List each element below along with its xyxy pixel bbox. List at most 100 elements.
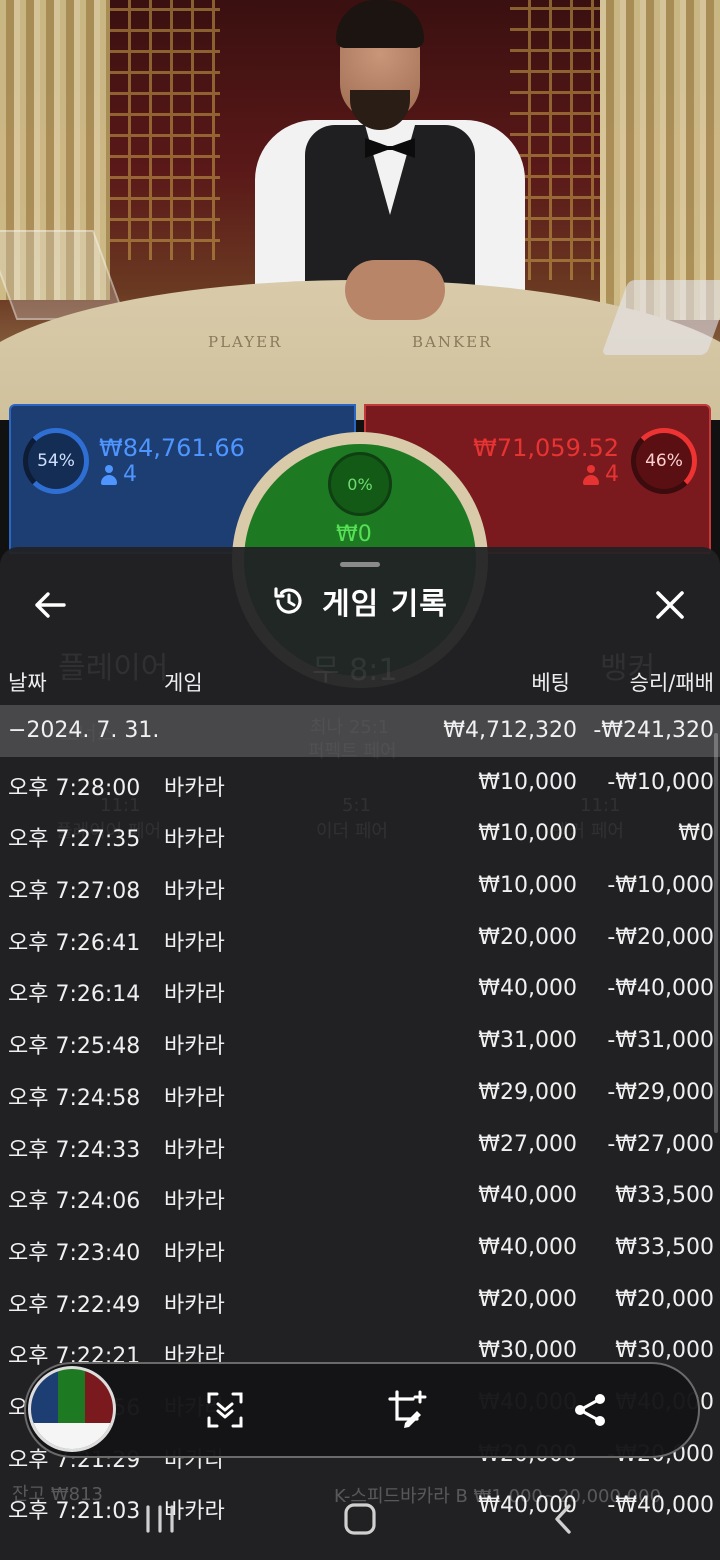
row-time: 오후 7:28:00: [8, 775, 141, 801]
scroll-capture-icon: [207, 1392, 243, 1428]
history-row[interactable]: 오후 7:28:00 바카라 ₩10,000 -₩10,000: [0, 757, 720, 809]
row-bet: ₩31,000: [478, 1028, 577, 1054]
row-game: 바카라: [164, 827, 225, 853]
row-game: 바카라: [164, 1137, 225, 1163]
person-icon: [101, 464, 117, 485]
date-group-label: −2024. 7. 31.: [8, 718, 160, 743]
row-result: -₩27,000: [607, 1131, 714, 1157]
nav-back-button[interactable]: [534, 1494, 594, 1544]
scrollbar[interactable]: [714, 733, 718, 1133]
dealer-hands: [345, 260, 445, 320]
row-time: 오후 7:27:08: [8, 879, 141, 905]
history-row[interactable]: 오후 7:25:48 바카라 ₩31,000 -₩31,000: [0, 1015, 720, 1067]
column-header-result: 승리/패배: [629, 671, 714, 695]
row-game: 바카라: [164, 1034, 225, 1060]
history-row[interactable]: 오후 7:26:41 바카라 ₩20,000 -₩20,000: [0, 912, 720, 964]
player-count-value: 4: [123, 462, 137, 487]
row-bet: ₩10,000: [478, 821, 577, 847]
history-row[interactable]: 오후 7:27:08 바카라 ₩10,000 -₩10,000: [0, 860, 720, 912]
row-game: 바카라: [164, 982, 225, 1008]
row-game: 바카라: [164, 775, 225, 801]
row-result: -₩31,000: [607, 1028, 714, 1054]
tie-percent: 0%: [347, 474, 373, 494]
row-result: ₩30,000: [615, 1338, 714, 1364]
row-result: -₩40,000: [607, 976, 714, 1002]
history-row[interactable]: 오후 7:24:06 바카라 ₩40,000 ₩33,500: [0, 1170, 720, 1222]
row-time: 오후 7:23:40: [8, 1240, 141, 1266]
column-header-date: 날짜: [8, 671, 47, 695]
home-icon: [344, 1503, 376, 1535]
table-player-label: PLAYER: [208, 333, 283, 351]
row-result: ₩0: [678, 821, 714, 847]
banker-total-amount: ₩71,059.52: [473, 434, 619, 462]
sheet-title: 게임 기록: [322, 587, 448, 622]
row-time: 오후 7:26:41: [8, 930, 141, 956]
row-time: 오후 7:22:49: [8, 1292, 141, 1318]
sheet-drag-handle[interactable]: [340, 562, 380, 567]
row-time: 오후 7:24:06: [8, 1189, 141, 1215]
player-percent: 54%: [37, 451, 75, 471]
recents-button[interactable]: [130, 1494, 190, 1544]
arrow-left-icon: [35, 592, 66, 618]
row-result: ₩33,500: [615, 1234, 714, 1260]
history-row[interactable]: 오후 7:23:40 바카라 ₩40,000 ₩33,500: [0, 1222, 720, 1274]
underlay-tie-label: 무 8:1: [312, 653, 398, 688]
crop-edit-button[interactable]: [386, 1388, 430, 1432]
live-video: PLAYER BANKER: [0, 0, 720, 420]
row-bet: ₩10,000: [478, 769, 577, 795]
banker-percent: 46%: [645, 451, 683, 471]
close-icon: [656, 591, 684, 619]
column-header-bet: 베팅: [531, 671, 570, 695]
share-button[interactable]: [568, 1388, 612, 1432]
row-result: ₩33,500: [615, 1183, 714, 1209]
row-bet: ₩20,000: [478, 924, 577, 950]
history-icon: [274, 587, 302, 614]
share-icon: [575, 1394, 605, 1426]
home-button[interactable]: [330, 1494, 390, 1544]
dealer-hair: [336, 0, 424, 48]
sheet-header: 게임 기록: [0, 579, 720, 623]
column-header-game: 게임: [164, 671, 203, 695]
date-group-row[interactable]: −2024. 7. 31. ₩4,712,320 -₩241,320: [0, 705, 720, 757]
history-row[interactable]: 오후 7:22:49 바카라 ₩20,000 ₩20,000: [0, 1274, 720, 1326]
crop-edit-icon: [388, 1390, 427, 1428]
row-bet: ₩30,000: [478, 1338, 577, 1364]
history-row[interactable]: 오후 7:24:58 바카라 ₩29,000 -₩29,000: [0, 1067, 720, 1119]
date-group-result-total: -₩241,320: [593, 718, 714, 743]
thumbnail-content: [31, 1423, 113, 1449]
screenshot-thumbnail[interactable]: [28, 1366, 116, 1452]
row-game: 바카라: [164, 879, 225, 905]
tie-percent-ring: 0%: [328, 452, 392, 516]
banker-count-value: 4: [605, 462, 619, 487]
row-time: 오후 7:27:35: [8, 827, 141, 853]
row-bet: ₩27,000: [478, 1131, 577, 1157]
row-game: 바카라: [164, 1292, 225, 1318]
close-button[interactable]: [650, 585, 690, 625]
history-row[interactable]: 오후 7:27:35 바카라 ₩10,000 ₩0: [0, 808, 720, 860]
row-game: 바카라: [164, 930, 225, 956]
player-percent-ring: 54%: [23, 428, 89, 494]
row-time: 오후 7:24:58: [8, 1085, 141, 1111]
tie-total-amount: ₩0: [336, 522, 372, 547]
scroll-capture-button[interactable]: [203, 1388, 247, 1432]
row-game: 바카라: [164, 1240, 225, 1266]
back-button[interactable]: [30, 585, 70, 625]
lattice-left: [110, 0, 220, 260]
row-bet: ₩10,000: [478, 873, 577, 899]
recents-icon: [146, 1505, 174, 1533]
row-time: 오후 7:25:48: [8, 1034, 141, 1060]
row-bet: ₩40,000: [478, 1183, 577, 1209]
row-bet: ₩29,000: [478, 1079, 577, 1105]
curtain-right: [600, 0, 720, 320]
banker-percent-ring: 46%: [631, 428, 697, 494]
row-time: 오후 7:24:33: [8, 1137, 141, 1163]
row-bet: ₩40,000: [478, 976, 577, 1002]
history-row[interactable]: 오후 7:26:14 바카라 ₩40,000 -₩40,000: [0, 963, 720, 1015]
player-bettor-count: 4: [101, 462, 137, 487]
date-group-bet-total: ₩4,712,320: [443, 718, 577, 743]
row-result: ₩20,000: [615, 1286, 714, 1312]
row-time: 오후 7:26:14: [8, 982, 141, 1008]
back-chevron-icon: [555, 1504, 571, 1534]
history-row[interactable]: 오후 7:24:33 바카라 ₩27,000 -₩27,000: [0, 1119, 720, 1171]
row-game: 바카라: [164, 1085, 225, 1111]
